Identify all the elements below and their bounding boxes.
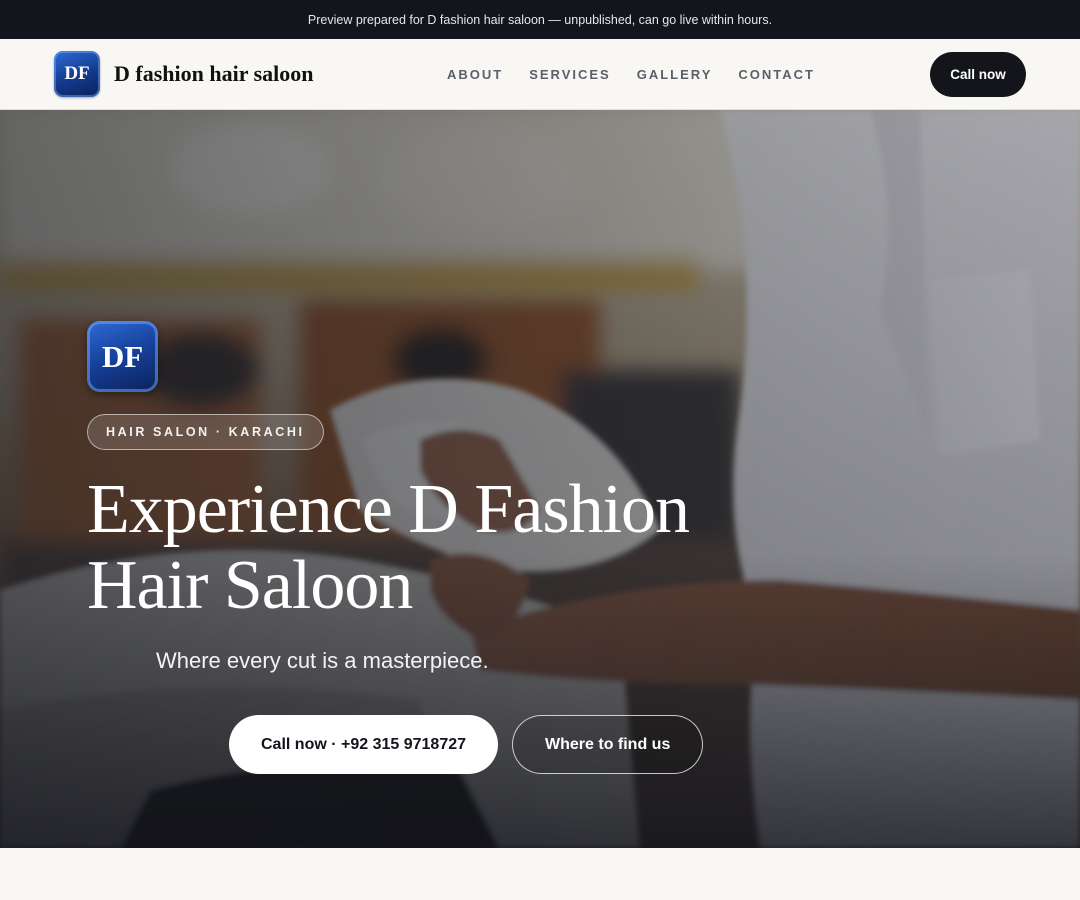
nav-link-services[interactable]: SERVICES: [529, 67, 611, 82]
next-section: [0, 848, 1080, 900]
hero-subtitle: Where every cut is a masterpiece.: [156, 648, 489, 673]
nav-link-about[interactable]: ABOUT: [447, 67, 503, 82]
location-badge: HAIR SALON · KARACHI: [87, 414, 324, 450]
announcement-bar: Preview prepared for D fashion hair salo…: [0, 0, 1080, 39]
hero-cta-row: Call now · +92 315 9718727 Where to find…: [229, 715, 704, 774]
find-us-button[interactable]: Where to find us: [512, 715, 704, 774]
logo-text: DF: [64, 63, 90, 84]
announcement-text: Preview prepared for D fashion hair salo…: [307, 12, 773, 27]
hero-content: DF HAIR SALON · KARACHI Experience D Fas…: [87, 321, 807, 674]
hero-section: DF HAIR SALON · KARACHI Experience D Fas…: [0, 110, 1080, 848]
nav-link-gallery[interactable]: GALLERY: [637, 67, 713, 82]
site-header: DF D fashion hair saloon ABOUT SERVICES …: [0, 39, 1080, 110]
call-phone-button[interactable]: Call now · +92 315 9718727: [229, 715, 499, 774]
brand-name: D fashion hair saloon: [114, 61, 314, 86]
hero-title-line-1: Experience D Fashion: [87, 471, 690, 548]
hero-logo-icon: DF: [87, 321, 158, 392]
hero-logo-text: DF: [101, 338, 144, 374]
logo-icon: DF: [54, 51, 100, 97]
nav-link-contact[interactable]: CONTACT: [738, 67, 815, 82]
hero-title-line-2: Hair Saloon: [87, 547, 413, 624]
brand[interactable]: DF D fashion hair saloon: [54, 51, 313, 97]
main-nav: ABOUT SERVICES GALLERY CONTACT: [447, 39, 815, 109]
hero-title: Experience D Fashion Hair Saloon: [87, 472, 807, 624]
header-call-button[interactable]: Call now: [930, 52, 1026, 97]
